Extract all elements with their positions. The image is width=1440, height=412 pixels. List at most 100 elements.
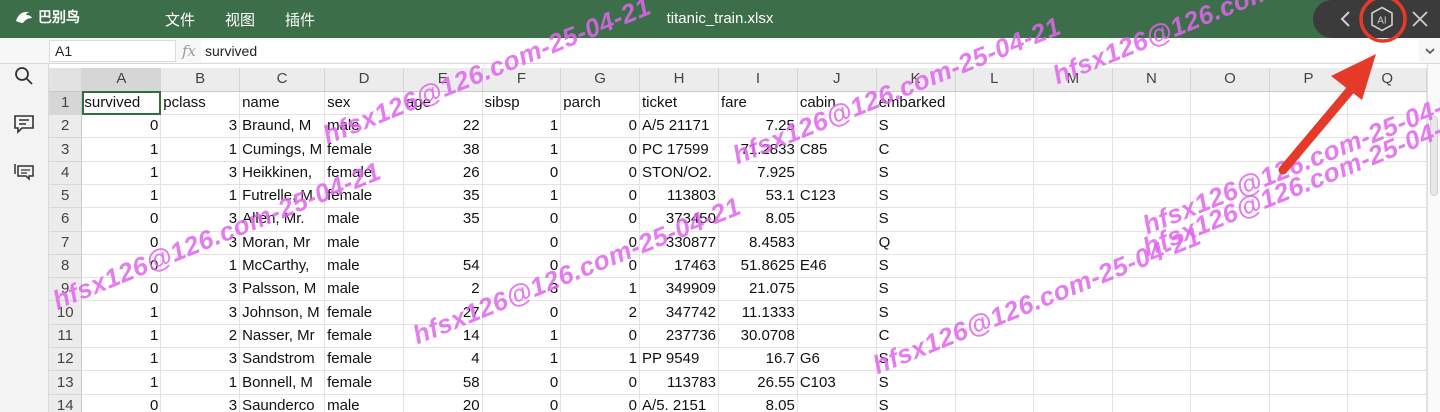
- menu-plugins[interactable]: 插件: [270, 9, 330, 30]
- column-header-q[interactable]: Q: [1347, 68, 1427, 92]
- cell-m14[interactable]: [1033, 394, 1113, 412]
- column-header-o[interactable]: O: [1190, 68, 1270, 92]
- cell-n8[interactable]: [1112, 254, 1192, 279]
- cell-c8[interactable]: McCarthy,: [239, 254, 326, 279]
- cell-b7[interactable]: 3: [160, 231, 241, 255]
- cell-g1[interactable]: parch: [560, 91, 641, 116]
- cell-j1[interactable]: cabin: [797, 91, 877, 116]
- cell-q8[interactable]: [1347, 254, 1427, 279]
- cell-f14[interactable]: 0: [482, 394, 562, 412]
- cell-o8[interactable]: [1190, 254, 1270, 279]
- cell-c3[interactable]: Cumings, M: [239, 137, 326, 162]
- column-header-l[interactable]: L: [955, 68, 1035, 92]
- cell-h11[interactable]: 237736: [639, 324, 719, 349]
- cell-a3[interactable]: 1: [81, 137, 162, 162]
- cell-q11[interactable]: [1347, 324, 1427, 349]
- cell-c5[interactable]: Futrelle, M: [239, 184, 326, 209]
- cell-k13[interactable]: S: [876, 370, 956, 395]
- column-header-f[interactable]: F: [482, 68, 562, 92]
- cell-i3[interactable]: 71.2833: [718, 137, 798, 162]
- row-header[interactable]: 7: [49, 231, 83, 255]
- cell-j11[interactable]: [797, 324, 877, 349]
- cell-n14[interactable]: [1112, 394, 1192, 412]
- cell-a9[interactable]: 0: [81, 277, 162, 302]
- cell-p1[interactable]: [1269, 91, 1349, 116]
- row-header[interactable]: 12: [49, 347, 83, 372]
- cell-e10[interactable]: 27: [403, 300, 483, 325]
- row-header[interactable]: 9: [49, 277, 83, 302]
- cell-p9[interactable]: [1269, 277, 1349, 302]
- cell-n1[interactable]: [1112, 91, 1192, 116]
- cell-m2[interactable]: [1033, 114, 1113, 139]
- cell-h14[interactable]: A/5. 2151: [639, 394, 719, 412]
- vertical-scrollbar[interactable]: [1427, 64, 1440, 412]
- row-header[interactable]: 2: [49, 114, 83, 139]
- cell-g11[interactable]: 0: [560, 324, 641, 349]
- cell-d9[interactable]: male: [324, 277, 404, 302]
- cell-p11[interactable]: [1269, 324, 1349, 349]
- cell-o1[interactable]: [1190, 91, 1270, 116]
- cell-p2[interactable]: [1269, 114, 1349, 139]
- column-header-g[interactable]: G: [560, 68, 641, 92]
- cell-f4[interactable]: 0: [482, 161, 562, 185]
- app-logo[interactable]: 巴别鸟: [14, 7, 80, 27]
- cell-a11[interactable]: 1: [81, 324, 162, 349]
- cell-l3[interactable]: [955, 137, 1035, 162]
- cell-d6[interactable]: male: [324, 207, 404, 232]
- row-header[interactable]: 8: [49, 254, 83, 279]
- cell-q13[interactable]: [1347, 370, 1427, 395]
- cell-h4[interactable]: STON/O2.: [639, 161, 719, 185]
- cell-k10[interactable]: S: [876, 300, 956, 325]
- cell-c6[interactable]: Allen, Mr.: [239, 207, 326, 232]
- cell-f3[interactable]: 1: [482, 137, 562, 162]
- cell-o3[interactable]: [1190, 137, 1270, 162]
- cell-c2[interactable]: Braund, M: [239, 114, 326, 139]
- cell-e3[interactable]: 38: [403, 137, 483, 162]
- cell-j12[interactable]: G6: [797, 347, 877, 372]
- cell-d5[interactable]: female: [324, 184, 404, 209]
- cell-j3[interactable]: C85: [797, 137, 877, 162]
- row-header[interactable]: 5: [49, 184, 83, 209]
- cell-a4[interactable]: 1: [81, 161, 162, 185]
- cell-c12[interactable]: Sandstrom: [239, 347, 326, 372]
- cell-m10[interactable]: [1033, 300, 1113, 325]
- cell-i6[interactable]: 8.05: [718, 207, 798, 232]
- column-header-b[interactable]: B: [160, 68, 241, 92]
- cell-q10[interactable]: [1347, 300, 1427, 325]
- column-header-d[interactable]: D: [324, 68, 404, 92]
- cell-i2[interactable]: 7.25: [718, 114, 798, 139]
- cell-m9[interactable]: [1033, 277, 1113, 302]
- cell-m13[interactable]: [1033, 370, 1113, 395]
- cell-n12[interactable]: [1112, 347, 1192, 372]
- cell-b9[interactable]: 3: [160, 277, 241, 302]
- cell-h12[interactable]: PP 9549: [639, 347, 719, 372]
- cell-j8[interactable]: E46: [797, 254, 877, 279]
- row-header[interactable]: 13: [49, 370, 83, 395]
- column-header-n[interactable]: N: [1112, 68, 1192, 92]
- cell-k7[interactable]: Q: [876, 231, 956, 255]
- cell-o4[interactable]: [1190, 161, 1270, 185]
- cell-h8[interactable]: 17463: [639, 254, 719, 279]
- cell-b4[interactable]: 3: [160, 161, 241, 185]
- cell-o10[interactable]: [1190, 300, 1270, 325]
- cell-e13[interactable]: 58: [403, 370, 483, 395]
- cell-g4[interactable]: 0: [560, 161, 641, 185]
- cell-f7[interactable]: 0: [482, 231, 562, 255]
- cell-p5[interactable]: [1269, 184, 1349, 209]
- cell-k4[interactable]: S: [876, 161, 956, 185]
- cell-a1[interactable]: survived: [81, 91, 162, 116]
- cell-o11[interactable]: [1190, 324, 1270, 349]
- cell-f1[interactable]: sibsp: [482, 91, 562, 116]
- cell-l7[interactable]: [955, 231, 1035, 255]
- chevron-down-icon[interactable]: [1424, 44, 1436, 58]
- cell-e2[interactable]: 22: [403, 114, 483, 139]
- cell-l10[interactable]: [955, 300, 1035, 325]
- cell-j9[interactable]: [797, 277, 877, 302]
- cell-d11[interactable]: female: [324, 324, 404, 349]
- cell-e9[interactable]: 2: [403, 277, 483, 302]
- cell-a6[interactable]: 0: [81, 207, 162, 232]
- cell-l5[interactable]: [955, 184, 1035, 209]
- cell-f10[interactable]: 0: [482, 300, 562, 325]
- cell-f11[interactable]: 1: [482, 324, 562, 349]
- cell-a2[interactable]: 0: [81, 114, 162, 139]
